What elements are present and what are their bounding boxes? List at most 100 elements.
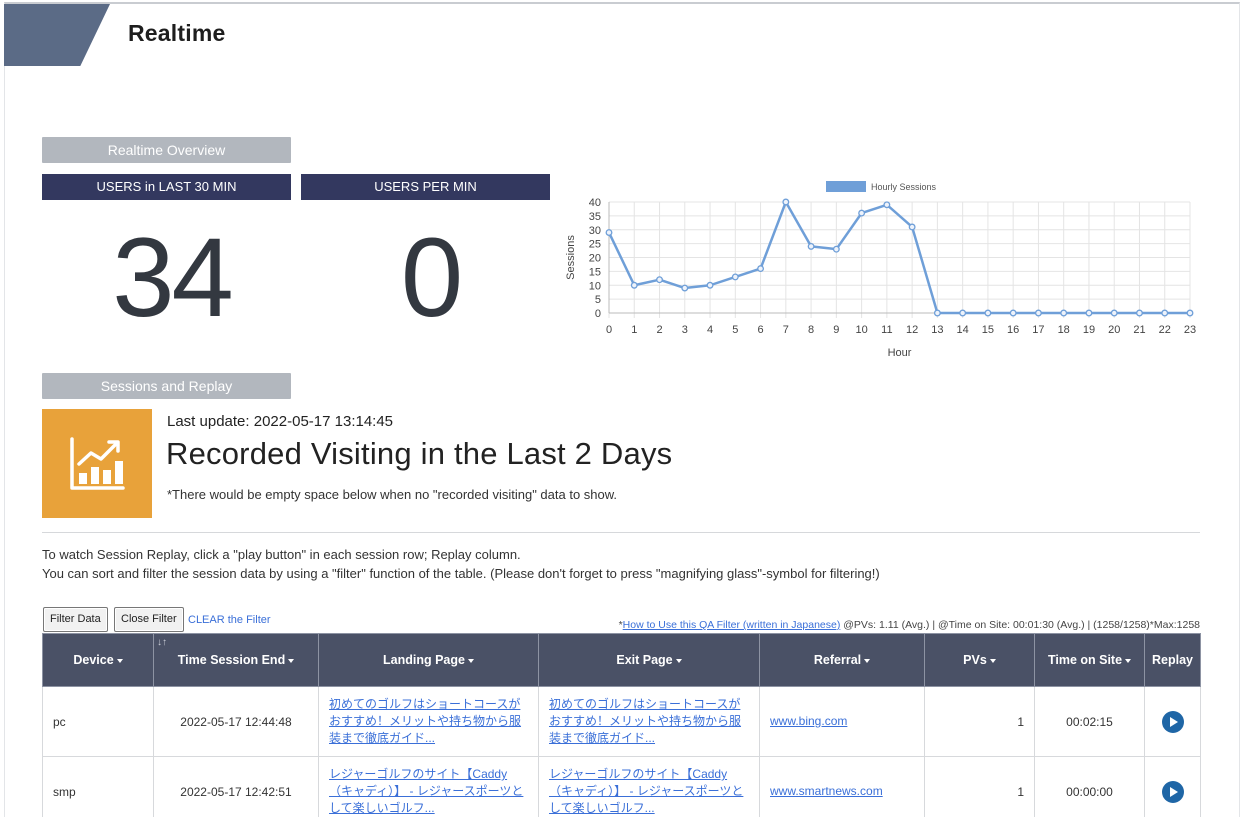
page-title: Realtime xyxy=(128,20,226,46)
y-tick-label: 15 xyxy=(589,266,601,278)
chevron-down-icon xyxy=(116,658,123,663)
y-tick-label: 25 xyxy=(589,239,601,251)
data-point xyxy=(1060,309,1068,317)
cell-time-on-site: 00:00:00 xyxy=(1034,756,1145,817)
data-point xyxy=(1085,309,1093,317)
table-header-row: Device ↓↑ Time Session End Landing Page E… xyxy=(42,633,1201,687)
col-header-landing-page[interactable]: Landing Page xyxy=(318,633,539,687)
filter-data-button[interactable]: Filter Data xyxy=(43,607,108,632)
y-tick-label: 0 xyxy=(595,308,601,320)
sessions-and-replay-label: Sessions and Replay xyxy=(42,373,291,399)
close-filter-button[interactable]: Close Filter xyxy=(114,607,184,632)
col-header-exit-page[interactable]: Exit Page xyxy=(538,633,760,687)
x-tick-label: 10 xyxy=(855,324,867,336)
col-header-pvs[interactable]: PVs xyxy=(924,633,1035,687)
filter-instruction: You can sort and filter the session data… xyxy=(42,566,880,581)
cell-pvs: 1 xyxy=(924,756,1035,817)
last-update-text: Last update: 2022-05-17 13:14:45 xyxy=(167,413,394,430)
chevron-down-icon xyxy=(288,658,295,663)
exit-page-link[interactable]: 初めてのゴルフはショートコースがおすすめ！メリットや持ち物から服装まで徹底ガイド… xyxy=(549,696,749,747)
referral-link[interactable]: www.bing.com xyxy=(770,713,914,730)
replay-instruction: To watch Session Replay, click a "play b… xyxy=(42,547,521,562)
data-point xyxy=(1009,309,1017,317)
section-divider xyxy=(42,532,1200,533)
data-point xyxy=(832,245,840,253)
data-point xyxy=(656,276,663,284)
data-point xyxy=(807,242,815,250)
y-tick-label: 40 xyxy=(589,197,601,209)
data-point xyxy=(605,229,613,236)
col-header-time-session-end[interactable]: ↓↑ Time Session End xyxy=(153,633,319,687)
x-tick-label: 15 xyxy=(982,324,994,336)
users-last-30-min-value: 34 xyxy=(112,215,234,340)
empty-space-note: *There would be empty space below when n… xyxy=(167,487,618,502)
clear-filter-link[interactable]: CLEAR the Filter xyxy=(188,614,271,626)
referral-link[interactable]: www.smartnews.com xyxy=(770,783,914,800)
cell-pvs: 1 xyxy=(924,686,1035,757)
x-tick-label: 8 xyxy=(808,324,814,336)
filter-stats: *How to Use this QA Filter (written in J… xyxy=(619,619,1200,631)
cell-device: pc xyxy=(42,686,154,757)
col-header-device[interactable]: Device xyxy=(42,633,154,687)
cell-device: smp xyxy=(42,756,154,817)
x-tick-label: 9 xyxy=(833,324,839,336)
data-point xyxy=(681,284,689,292)
y-axis-title: Sessions xyxy=(565,235,577,280)
x-tick-label: 17 xyxy=(1032,324,1044,336)
howto-filter-link[interactable]: How to Use this QA Filter (written in Ja… xyxy=(623,619,841,631)
stats-summary: @PVs: 1.11 (Avg.) | @Time on Site: 00:01… xyxy=(840,619,1200,631)
x-tick-label: 16 xyxy=(1007,324,1019,336)
col-header-time-on-site[interactable]: Time on Site xyxy=(1034,633,1145,687)
chevron-down-icon xyxy=(1125,658,1132,663)
x-tick-label: 2 xyxy=(656,324,662,336)
play-icon[interactable] xyxy=(1161,780,1184,803)
sort-arrows-icon: ↓↑ xyxy=(157,637,167,648)
sessions-table: Device ↓↑ Time Session End Landing Page E… xyxy=(42,633,1201,817)
chevron-down-icon xyxy=(467,658,474,663)
chevron-down-icon xyxy=(675,658,682,663)
bar-chart-trend-icon xyxy=(70,436,125,490)
x-tick-label: 0 xyxy=(606,324,612,336)
exit-page-link[interactable]: レジャーゴルフのサイト【Caddy（キャディ）】 - レジャースポーツとして楽し… xyxy=(549,766,749,817)
x-tick-label: 13 xyxy=(931,324,943,336)
x-tick-label: 6 xyxy=(758,324,764,336)
x-tick-label: 7 xyxy=(783,324,789,336)
cell-time-session-end: 2022-05-17 12:44:48 xyxy=(153,686,319,757)
x-tick-label: 11 xyxy=(881,324,892,336)
recorded-visiting-heading: Recorded Visiting in the Last 2 Days xyxy=(166,436,673,471)
data-point xyxy=(984,309,992,317)
play-icon[interactable] xyxy=(1161,710,1184,733)
data-point xyxy=(883,201,891,209)
landing-page-link[interactable]: レジャーゴルフのサイト【Caddy（キャディ）】 - レジャースポーツとして楽し… xyxy=(329,766,528,817)
y-tick-label: 5 xyxy=(595,294,601,306)
x-tick-label: 18 xyxy=(1058,324,1070,336)
landing-page-link[interactable]: 初めてのゴルフはショートコースがおすすめ！メリットや持ち物から服装まで徹底ガイド… xyxy=(329,696,528,747)
y-tick-label: 30 xyxy=(589,225,601,237)
x-tick-label: 1 xyxy=(631,324,637,336)
data-point xyxy=(959,309,967,317)
legend-label: Hourly Sessions xyxy=(871,182,937,192)
x-tick-label: 21 xyxy=(1133,324,1145,336)
users-per-min-header: USERS PER MIN xyxy=(301,174,550,200)
y-tick-label: 10 xyxy=(589,280,601,292)
realtime-overview-label: Realtime Overview xyxy=(42,137,291,163)
data-point xyxy=(858,209,866,217)
x-tick-label: 19 xyxy=(1083,324,1095,336)
data-point xyxy=(1110,309,1118,317)
x-tick-label: 23 xyxy=(1184,324,1196,336)
x-tick-label: 22 xyxy=(1159,324,1171,336)
col-header-replay[interactable]: Replay xyxy=(1144,633,1201,687)
data-point xyxy=(630,281,638,289)
data-point xyxy=(1161,309,1169,317)
data-point xyxy=(1034,309,1042,317)
x-tick-label: 3 xyxy=(682,324,688,336)
col-header-referral[interactable]: Referral xyxy=(759,633,925,687)
hourly-sessions-chart: 05101520253035400 1 2 3 4 5 6 7 8 9 10 11 12 13 14 15 16… xyxy=(565,181,1196,359)
users-per-min-value: 0 xyxy=(400,215,463,340)
chevron-down-icon xyxy=(864,658,871,663)
users-last-30-min-header: USERS in LAST 30 MIN xyxy=(42,174,291,200)
data-point xyxy=(706,281,714,289)
x-tick-label: 12 xyxy=(906,324,918,336)
x-tick-label: 14 xyxy=(957,324,969,336)
data-point xyxy=(1186,309,1194,317)
